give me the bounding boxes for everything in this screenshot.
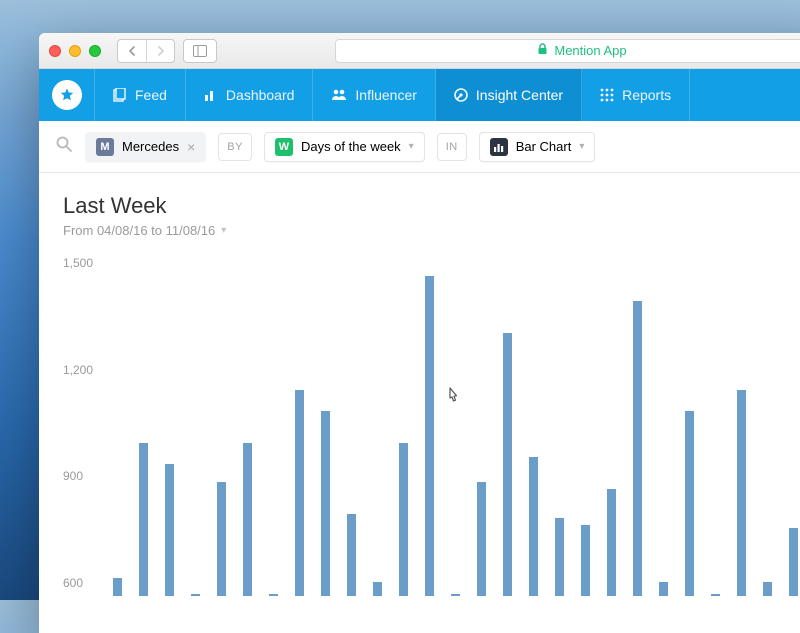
joiner-by: BY [218,133,252,161]
chart-bar[interactable] [399,443,408,596]
chart-bar[interactable] [607,489,616,596]
chart-bar[interactable] [737,390,746,596]
page-header: Last Week From 04/08/16 to 11/08/16 ▾ [63,193,800,238]
bar-chart-icon [204,88,218,102]
safari-window: Mention App Feed Dashboard Influencer [39,33,800,633]
tag-prefix: M [96,138,114,156]
close-window-button[interactable] [49,45,61,57]
chart-bar[interactable] [425,276,434,596]
sidebar-icon [193,45,207,57]
chart-bar[interactable] [711,594,720,596]
date-range-label: From 04/08/16 to 11/08/16 [63,223,215,238]
chart-bar[interactable] [269,594,278,596]
chart-bar[interactable] [373,582,382,596]
search-button[interactable] [55,135,73,158]
chart-plot-area [113,256,800,596]
remove-tag-button[interactable]: × [187,139,195,155]
chart-type-label: Bar Chart [516,139,572,154]
nav-reports[interactable]: Reports [582,69,690,121]
address-bar[interactable]: Mention App [335,39,800,63]
nav-insight-center[interactable]: Insight Center [436,69,582,121]
y-tick-label: 1,200 [63,363,93,377]
y-tick-label: 900 [63,469,83,483]
chart-bar[interactable] [139,443,148,596]
chevron-left-icon [127,46,137,56]
feed-icon [113,88,127,102]
nav-label: Influencer [355,87,416,103]
chart-bar[interactable] [295,390,304,596]
address-bar-title: Mention App [554,43,626,58]
window-controls [49,45,101,57]
nav-label: Insight Center [476,87,563,103]
chart-bar[interactable] [529,457,538,596]
chart-bar[interactable] [243,443,252,596]
lock-icon [537,43,548,58]
nav-history-buttons [117,39,175,63]
grid-icon [600,88,614,102]
window-titlebar: Mention App [39,33,800,69]
target-icon [454,88,468,102]
chart-bar[interactable] [321,411,330,596]
chart-bar[interactable] [503,333,512,596]
group-by-chip[interactable]: W Days of the week ▾ [264,132,425,162]
group-label: Days of the week [301,139,401,154]
y-tick-label: 1,500 [63,256,93,270]
back-button[interactable] [118,40,146,62]
cursor-pointer-icon [443,386,463,413]
chart-bar[interactable] [477,482,486,596]
zoom-window-button[interactable] [89,45,101,57]
chart-bar[interactable] [113,578,122,596]
chevron-down-icon: ▾ [221,225,226,236]
brand-logo[interactable] [39,69,95,121]
people-icon [331,88,347,102]
forward-button[interactable] [146,40,174,62]
filter-bar: M Mercedes × BY W Days of the week ▾ IN … [39,121,800,173]
nav-influencer[interactable]: Influencer [313,69,435,121]
sidebar-toggle[interactable] [183,39,217,63]
chart-bar[interactable] [555,518,564,596]
nav-label: Dashboard [226,87,295,103]
chart-type-chip[interactable]: Bar Chart ▾ [479,132,596,162]
star-icon [59,87,75,103]
chart-bar[interactable] [685,411,694,596]
chart-bar[interactable] [165,464,174,596]
date-range-picker[interactable]: From 04/08/16 to 11/08/16 ▾ [63,223,800,238]
chevron-right-icon [156,46,166,56]
chevron-down-icon: ▾ [409,141,414,152]
chart-bar[interactable] [451,594,460,596]
chart-bar[interactable] [191,594,200,596]
group-prefix: W [275,138,293,156]
nav-label: Reports [622,87,671,103]
chart-type-icon [490,138,508,156]
chart-bar[interactable] [581,525,590,596]
chart-bar[interactable] [347,514,356,596]
filter-tag-chip[interactable]: M Mercedes × [85,132,206,162]
chart-bar[interactable] [763,582,772,596]
chevron-down-icon: ▾ [579,141,584,152]
nav-label: Feed [135,87,167,103]
nav-feed[interactable]: Feed [95,69,186,121]
chart-bar[interactable] [217,482,226,596]
minimize-window-button[interactable] [69,45,81,57]
bar-chart: 1,500 1,200 900 600 [63,256,800,596]
app-nav: Feed Dashboard Influencer Insight Center [39,69,800,121]
chart-bar[interactable] [789,528,798,596]
search-icon [55,135,73,153]
tag-label: Mercedes [122,139,179,154]
nav-dashboard[interactable]: Dashboard [186,69,314,121]
joiner-in: IN [437,133,467,161]
content-area: Last Week From 04/08/16 to 11/08/16 ▾ 1,… [39,173,800,633]
chart-bar[interactable] [633,301,642,596]
y-tick-label: 600 [63,576,83,590]
chart-bar[interactable] [659,582,668,596]
chart-y-axis: 1,500 1,200 900 600 [63,256,113,596]
page-title: Last Week [63,193,800,219]
